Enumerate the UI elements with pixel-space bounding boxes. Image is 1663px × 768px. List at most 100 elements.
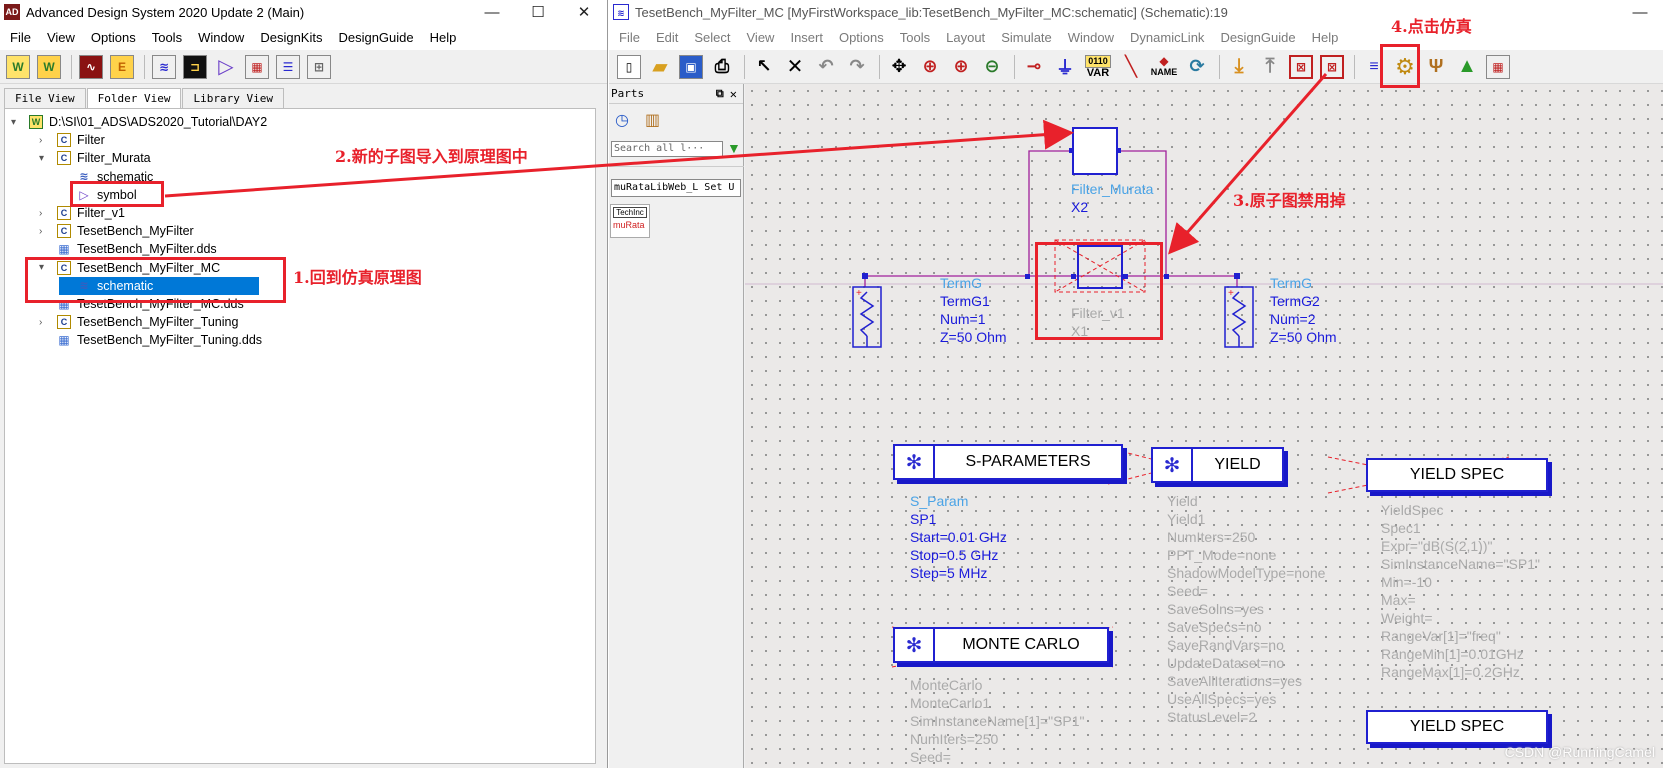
new-schematic-icon[interactable]: ≋ bbox=[150, 53, 178, 81]
schematic-menu-designguide[interactable]: DesignGuide bbox=[1212, 30, 1303, 45]
schematic-menu-edit[interactable]: Edit bbox=[648, 30, 686, 45]
tree-item[interactable]: ▾ C Filter_Murata bbox=[39, 149, 151, 167]
parts-divider bbox=[609, 166, 744, 167]
schematic-menu-dynamiclink[interactable]: DynamicLink bbox=[1122, 30, 1212, 45]
tree-item[interactable]: › C Filter bbox=[39, 131, 105, 149]
library-manager-icon[interactable]: ☰ bbox=[274, 53, 302, 81]
toolbar-separator bbox=[71, 54, 72, 79]
tab-file-view[interactable]: File View bbox=[4, 88, 86, 108]
tree-item[interactable]: › C TesetBench_MyFilter bbox=[39, 222, 194, 240]
menu-designkits[interactable]: DesignKits bbox=[252, 30, 330, 45]
schematic-menu-window[interactable]: Window bbox=[1060, 30, 1122, 45]
push-into-hierarchy-icon[interactable]: ⤓ bbox=[1225, 53, 1253, 81]
open-workspace-icon[interactable]: W bbox=[35, 53, 63, 81]
history-clock-icon[interactable]: ◷ bbox=[615, 110, 629, 130]
wire-icon[interactable]: ╲ bbox=[1117, 53, 1145, 81]
new-symbol-icon[interactable]: ▷ bbox=[212, 53, 240, 81]
expand-chevron-icon[interactable]: › bbox=[39, 135, 51, 146]
move-icon[interactable]: ✥ bbox=[885, 53, 913, 81]
new-workspace-icon[interactable]: W bbox=[4, 53, 32, 81]
schematic-canvas[interactable]: + + Filter_Murata X2 Filter_v1 X1 TermG … bbox=[745, 84, 1663, 768]
menu-help[interactable]: Help bbox=[422, 30, 465, 45]
sparam-controller[interactable]: ✻ S-PARAMETERS bbox=[893, 444, 1123, 480]
tree-item[interactable]: › C TesetBench_MyFilter_Tuning bbox=[39, 313, 238, 331]
text-editor-icon[interactable]: E bbox=[108, 53, 136, 81]
sub-new-name: X2 bbox=[1071, 199, 1089, 215]
undo-icon[interactable]: ↶ bbox=[812, 53, 840, 81]
ads-main-icon[interactable]: ∿ bbox=[77, 53, 105, 81]
minimize-button[interactable]: — bbox=[469, 4, 515, 21]
new-data-display-icon[interactable]: ▦ bbox=[243, 53, 271, 81]
yieldspec1-box[interactable]: YIELD SPEC bbox=[1366, 458, 1548, 492]
menu-designguide[interactable]: DesignGuide bbox=[330, 30, 421, 45]
menu-options[interactable]: Options bbox=[83, 30, 144, 45]
zoom-in-icon[interactable]: ⊕ bbox=[947, 53, 975, 81]
schematic-menu-help[interactable]: Help bbox=[1304, 30, 1347, 45]
filter-funnel-icon[interactable]: ▼ bbox=[727, 140, 741, 156]
expand-chevron-icon[interactable]: › bbox=[39, 208, 51, 219]
deactivate-icon[interactable]: ⊠ bbox=[1287, 53, 1315, 81]
tune-fork-icon[interactable]: Ψ bbox=[1422, 53, 1450, 81]
activate-icon[interactable]: ⊠ bbox=[1318, 53, 1346, 81]
parts-float-icon[interactable]: ⧉ bbox=[716, 87, 724, 101]
menu-tools[interactable]: Tools bbox=[144, 30, 190, 45]
data-display-icon[interactable]: ▦ bbox=[1484, 53, 1512, 81]
schematic-menu-tools[interactable]: Tools bbox=[892, 30, 938, 45]
palette-item[interactable]: TechInc muRata bbox=[610, 204, 650, 238]
select-arrow-icon[interactable]: ↖ bbox=[750, 53, 778, 81]
menu-view[interactable]: View bbox=[39, 30, 83, 45]
schematic-menu-layout[interactable]: Layout bbox=[938, 30, 993, 45]
redo-icon[interactable]: ↷ bbox=[843, 53, 871, 81]
term2-type: TermG bbox=[1270, 275, 1312, 291]
parts-search-input[interactable]: Search all l··· bbox=[611, 141, 723, 157]
close-button[interactable]: ✕ bbox=[561, 3, 607, 21]
ground-icon[interactable]: ⏚ bbox=[1051, 53, 1079, 81]
tab-library-view[interactable]: Library View bbox=[182, 88, 284, 108]
schematic-menu-options[interactable]: Options bbox=[831, 30, 892, 45]
schematic-menu-view[interactable]: View bbox=[739, 30, 783, 45]
tree-item[interactable]: ▦ TesetBench_MyFilter.dds bbox=[39, 240, 216, 258]
new-layout-icon[interactable]: ⊐ bbox=[181, 53, 209, 81]
print-icon[interactable]: ⎙ bbox=[708, 53, 736, 81]
menu-file[interactable]: File bbox=[2, 30, 39, 45]
expand-chevron-icon[interactable]: › bbox=[39, 226, 51, 237]
parts-close-icon[interactable]: ✕ bbox=[730, 87, 737, 101]
term1-type: TermG bbox=[940, 275, 982, 291]
tab-folder-view[interactable]: Folder View bbox=[86, 88, 182, 108]
yield-param: Yield bbox=[1167, 493, 1198, 509]
library-select[interactable]: muRataLibWeb_L Set U bbox=[611, 179, 741, 197]
add-library-icon[interactable]: ⊞ bbox=[305, 53, 333, 81]
schematic-menu-file[interactable]: File bbox=[611, 30, 648, 45]
library-books-icon[interactable]: ▥ bbox=[645, 110, 660, 130]
montecarlo-controller[interactable]: ✻ MONTE CARLO bbox=[893, 627, 1109, 663]
open-folder-icon[interactable]: ▰ bbox=[646, 53, 674, 81]
pop-out-hierarchy-icon[interactable]: ⤒ bbox=[1256, 53, 1284, 81]
var-icon[interactable]: 0110 VAR bbox=[1082, 53, 1114, 81]
expand-chevron-icon[interactable]: › bbox=[39, 317, 51, 328]
optimize-arrow-icon[interactable]: ▲ bbox=[1453, 53, 1481, 81]
schematic-menu-insert[interactable]: Insert bbox=[782, 30, 831, 45]
schematic-menu-select[interactable]: Select bbox=[686, 30, 738, 45]
cell-icon: C bbox=[57, 206, 71, 220]
maximize-button[interactable]: ☐ bbox=[515, 3, 561, 21]
schematic-minimize-button[interactable]: — bbox=[1617, 4, 1663, 21]
schematic-titlebar: ≋ TesetBench_MyFilter_MC [MyFirstWorkspa… bbox=[609, 0, 1663, 24]
sparam-stop: Stop=0.5 GHz bbox=[910, 547, 999, 563]
expand-chevron-icon[interactable]: ▾ bbox=[39, 153, 51, 164]
main-window: AD Advanced Design System 2020 Update 2 … bbox=[0, 0, 608, 768]
zoom-area-icon[interactable]: ⊕ bbox=[916, 53, 944, 81]
yield-controller[interactable]: ✻ YIELD bbox=[1151, 447, 1284, 483]
zoom-out-icon[interactable]: ⊖ bbox=[978, 53, 1006, 81]
menu-window[interactable]: Window bbox=[190, 30, 252, 45]
port-icon[interactable]: ⊸ bbox=[1020, 53, 1048, 81]
schematic-menu-simulate[interactable]: Simulate bbox=[993, 30, 1060, 45]
name-icon[interactable]: ◆ NAME bbox=[1148, 53, 1180, 81]
yieldspec2-box[interactable]: YIELD SPEC bbox=[1366, 710, 1548, 744]
new-file-icon[interactable]: ▯ bbox=[615, 53, 643, 81]
tree-item[interactable]: ▦ TesetBench_MyFilter_Tuning.dds bbox=[39, 331, 262, 349]
tuning-icon[interactable]: ⟳ bbox=[1183, 53, 1211, 81]
save-icon[interactable]: ▣ bbox=[677, 53, 705, 81]
expand-chevron-icon[interactable]: ▾ bbox=[11, 117, 23, 128]
tree-item[interactable]: ▾ W D:\SI\01_ADS\ADS2020_Tutorial\DAY2 bbox=[11, 113, 267, 131]
delete-icon[interactable]: ✕ bbox=[781, 53, 809, 81]
